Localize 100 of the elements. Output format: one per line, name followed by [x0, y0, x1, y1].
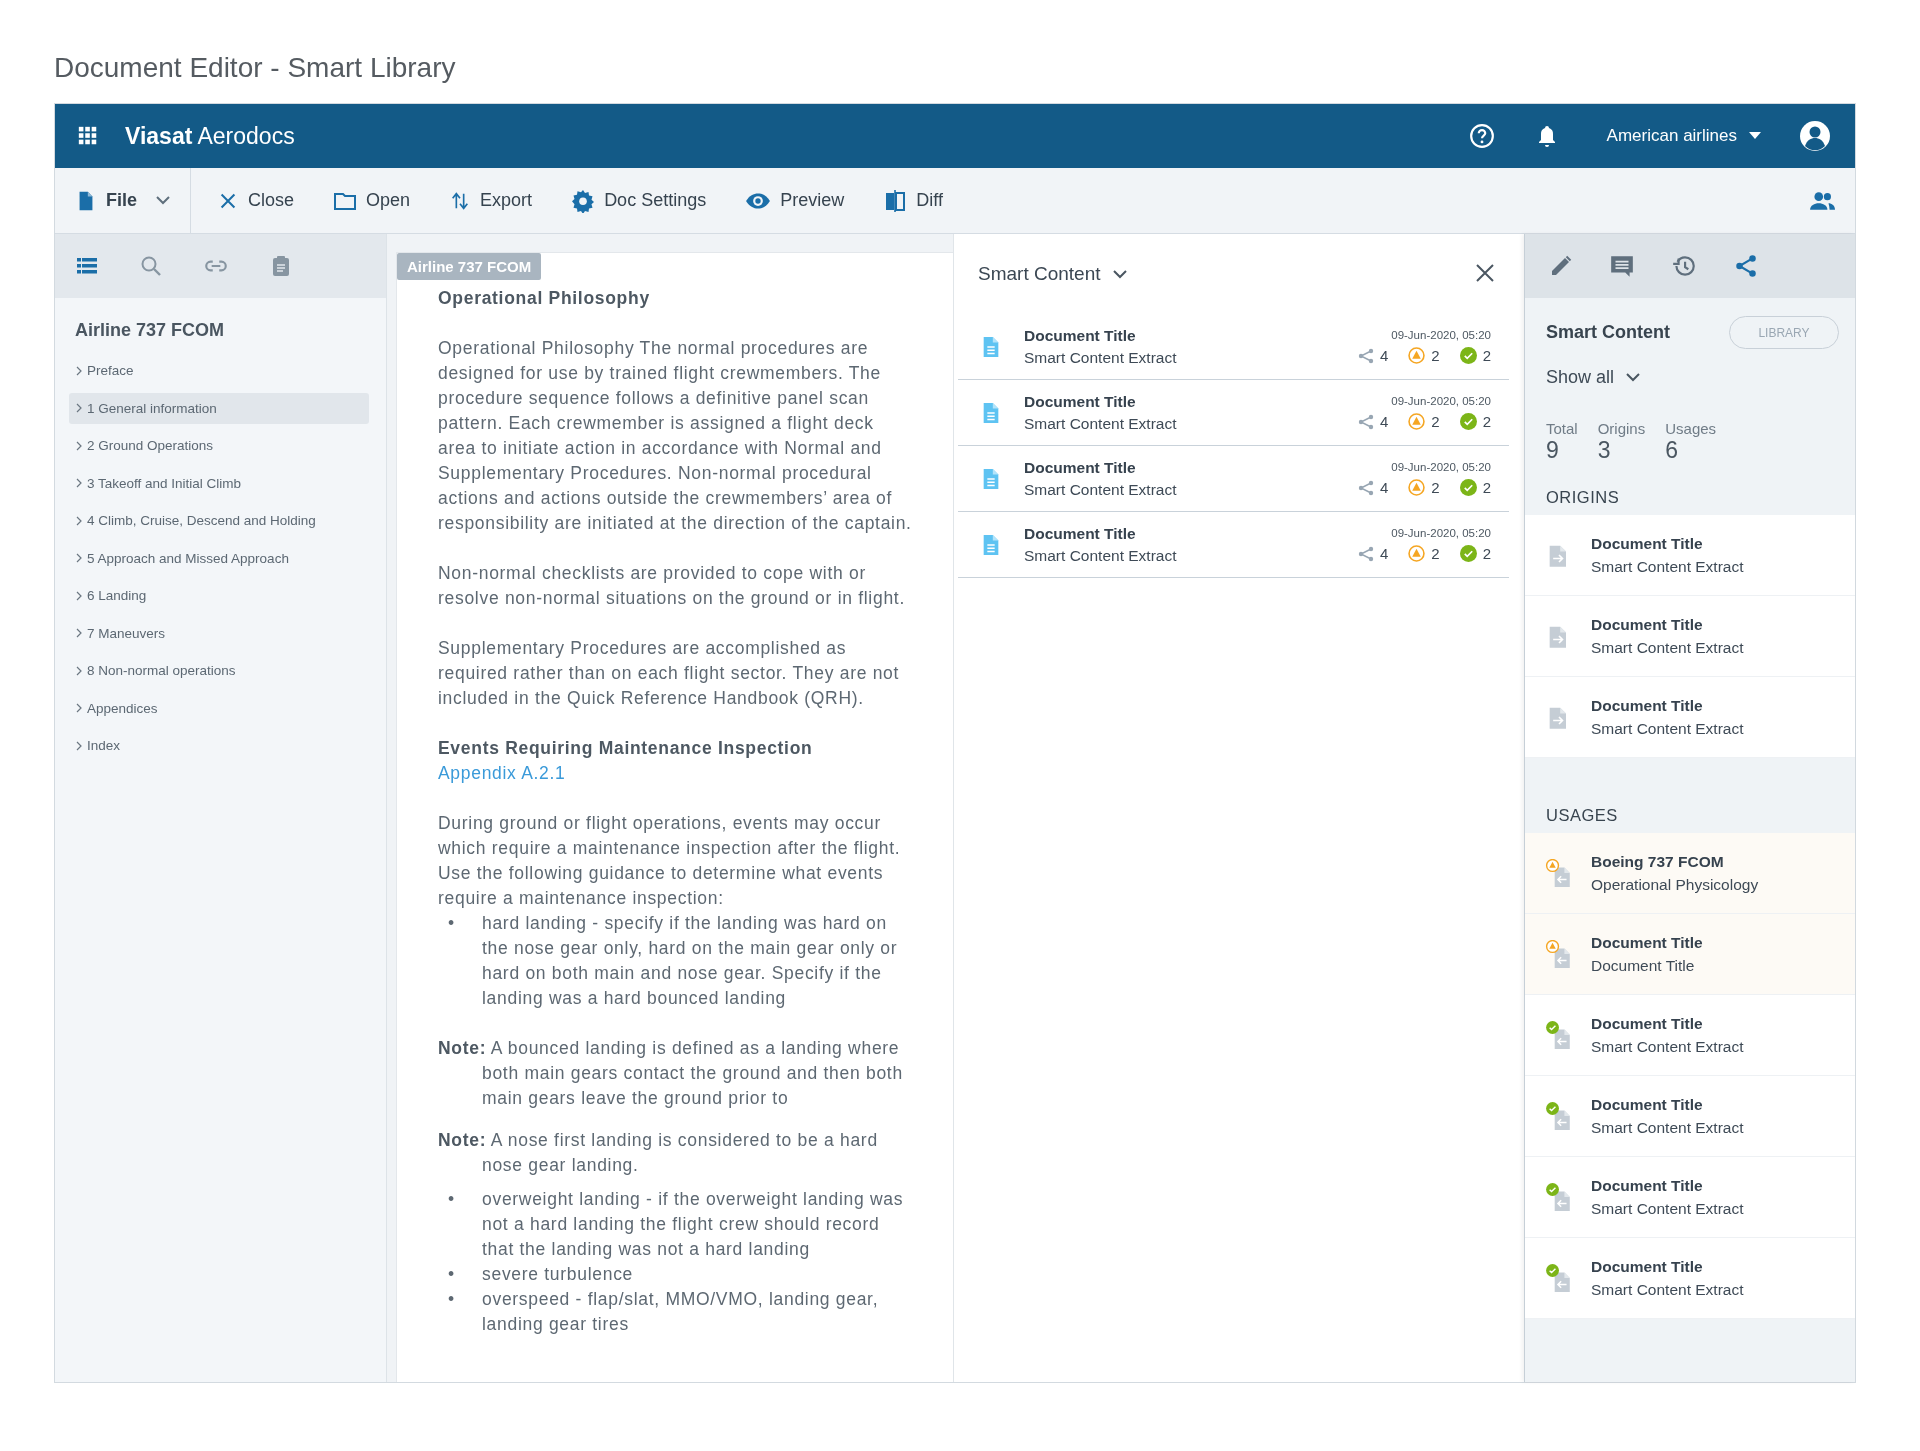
row-date: 09-Jun-2020, 05:20 — [1391, 395, 1491, 407]
help-icon — [1468, 123, 1495, 149]
outline-item[interactable]: 6 Landing — [69, 580, 369, 611]
outline-item[interactable]: 8 Non-normal operations — [69, 655, 369, 686]
row-subtitle: Smart Content Extract — [1591, 1280, 1744, 1299]
smart-content-row[interactable]: Document Title Smart Content Extract 09-Jun-2020, 05:20 4 2 2 — [958, 446, 1509, 512]
warning-count: 2 — [1431, 347, 1440, 364]
smart-content-dropdown[interactable]: Smart Content — [978, 263, 1127, 285]
check-icon — [1459, 347, 1477, 364]
file-menu-button[interactable]: File — [67, 183, 178, 218]
row-title: Document Title — [1591, 696, 1704, 715]
page-title: Document Editor - Smart Library — [54, 51, 456, 85]
chevron-right-icon — [75, 703, 83, 713]
chevron-right-icon — [75, 440, 83, 451]
file-warning-icon — [1545, 859, 1573, 887]
outline-item[interactable]: 1 General information — [69, 392, 369, 424]
smart-content-row[interactable]: Document Title Smart Content Extract 09-Jun-2020, 05:20 4 2 2 — [958, 380, 1509, 446]
stat-value: 9 — [1546, 437, 1560, 464]
panel-title: Smart Content — [1546, 322, 1670, 343]
usage-row[interactable]: Document Title Smart Content Extract — [1525, 1157, 1855, 1238]
chevron-right-icon — [75, 365, 83, 376]
stat-value: 6 — [1665, 437, 1679, 464]
apps-grid-icon — [77, 125, 99, 147]
list-item-text: overspeed - flap/slat, MMO/VMO, landing gear, landing gear tires — [482, 1288, 880, 1336]
chevron-down-icon — [156, 196, 170, 205]
outline-item[interactable]: 3 Takeoff and Initial Climb — [69, 467, 369, 499]
warning-icon — [1408, 413, 1426, 430]
file-check-icon — [1545, 1183, 1573, 1211]
approved-count: 2 — [1482, 347, 1491, 364]
origin-row[interactable]: Document Title Smart Content Extract — [1525, 677, 1855, 758]
outline-item[interactable]: Preface — [69, 355, 369, 386]
smart-content-row[interactable]: Document Title Smart Content Extract 09-Jun-2020, 05:20 4 2 2 — [958, 512, 1509, 578]
section-heading: ORIGINS — [1545, 487, 1620, 508]
check-icon — [1459, 545, 1477, 562]
stat-label: Origins — [1597, 420, 1646, 437]
usage-row[interactable]: Document Title Document Title — [1525, 914, 1855, 995]
chevron-right-icon — [75, 478, 83, 488]
row-title: Document Title — [1024, 326, 1137, 345]
paragraph: Operational Philosophy The normal procedures are designed for use by trained flight crewmembers. The procedure sequence follows a definitive panel scan pattern. Each crewmember is assigned a flight deck area to initiate action in accordance with Normal and Supplementary Procedures. Non-normal procedural actions and actions outside the crewmembers’ area of responsibility are initiated at the direction of the captain. — [438, 338, 912, 533]
row-subtitle: Smart Content Extract — [1024, 348, 1178, 367]
section-heading: USAGES — [1545, 805, 1618, 826]
chevron-right-icon — [75, 515, 83, 526]
row-subtitle: Document Title — [1591, 956, 1696, 975]
row-subtitle: Smart Content Extract — [1591, 557, 1744, 576]
chevron-right-icon — [75, 665, 83, 676]
file-check-icon — [1545, 1102, 1573, 1130]
section-heading: Operational Philosophy — [438, 288, 650, 308]
chevron-right-icon — [75, 403, 83, 413]
toolbar-button[interactable]: Open — [325, 182, 419, 219]
warning-count: 2 — [1431, 413, 1440, 430]
row-title: Document Title — [1591, 615, 1704, 634]
account-dropdown[interactable]: American airlines — [1602, 122, 1765, 150]
origin-row[interactable]: Document Title Smart Content Extract — [1525, 596, 1855, 677]
outline-item[interactable]: 4 Climb, Cruise, Descend and Holding — [69, 505, 369, 536]
share-icon — [1357, 347, 1374, 364]
toolbar-button[interactable]: Preview — [737, 181, 853, 220]
section-heading: Events Requiring Maintenance Inspection — [438, 738, 813, 758]
filter-dropdown[interactable]: Show all — [1544, 365, 1643, 390]
usage-row[interactable]: Boeing 737 FCOM Operational Physicology — [1525, 833, 1855, 914]
chevron-down-icon — [1112, 269, 1127, 279]
toolbar-button[interactable]: Close — [209, 183, 303, 218]
outline-item[interactable]: Appendices — [69, 692, 369, 724]
note-text: Note: A bounced landing is defined as a landing where both main gears contact the ground and then both main gears leave the ground prior to — [438, 1037, 904, 1110]
row-subtitle: Smart Content Extract — [1591, 719, 1744, 738]
toolbar-button[interactable]: Doc Settings — [563, 182, 715, 219]
bullet-mark: • — [448, 1264, 455, 1284]
usage-row[interactable]: Document Title Smart Content Extract — [1525, 995, 1855, 1076]
list-item-text: hard landing - specify if the landing was hard on the nose gear only, hard on the main gear only or hard on both main and nose gear. Specify if the landing was a hard bounced landing — [482, 912, 899, 1010]
warning-icon — [1408, 347, 1426, 364]
stat-label: Total — [1546, 420, 1578, 437]
smart-content-row[interactable]: Document Title Smart Content Extract 09-Jun-2020, 05:20 4 2 2 — [958, 314, 1509, 380]
row-title: Document Title — [1591, 534, 1704, 553]
share-count: 4 — [1379, 347, 1389, 364]
toolbar-button[interactable]: Diff — [875, 182, 951, 219]
outline-item[interactable]: 5 Approach and Missed Approach — [69, 542, 369, 574]
row-title: Document Title — [1024, 392, 1137, 411]
warning-icon — [1408, 545, 1426, 562]
usage-row[interactable]: Document Title Smart Content Extract — [1525, 1076, 1855, 1157]
share-icon — [1357, 413, 1374, 430]
origin-row[interactable]: Document Title Smart Content Extract — [1525, 515, 1855, 596]
document-title: Airline 737 FCOM — [75, 320, 226, 341]
outline-item[interactable]: 2 Ground Operations — [69, 430, 369, 461]
outline-item[interactable]: Index — [69, 730, 369, 761]
share-count: 4 — [1379, 413, 1389, 430]
stat-label: Usages — [1665, 420, 1717, 437]
comment-icon — [1609, 253, 1635, 279]
share-count: 4 — [1379, 479, 1389, 496]
approved-count: 2 — [1482, 479, 1491, 496]
outline-item[interactable]: 7 Maneuvers — [69, 617, 369, 649]
pencil-icon — [1549, 254, 1573, 278]
bullet-mark: • — [448, 1189, 455, 1209]
warning-count: 2 — [1431, 479, 1440, 496]
approved-count: 2 — [1482, 545, 1491, 562]
usage-row[interactable]: Document Title Smart Content Extract — [1525, 1238, 1855, 1319]
user-avatar-icon — [1799, 120, 1831, 152]
warning-icon — [1408, 479, 1426, 496]
toolbar-button[interactable]: Export — [441, 183, 541, 218]
row-title: Document Title — [1591, 1095, 1704, 1114]
approved-count: 2 — [1482, 413, 1491, 430]
row-date: 09-Jun-2020, 05:20 — [1391, 527, 1491, 539]
